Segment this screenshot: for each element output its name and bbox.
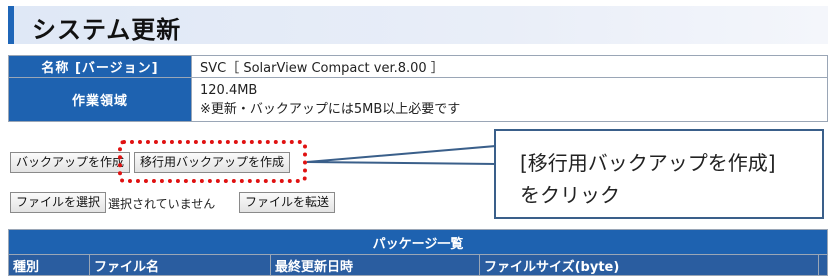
column-header-type: 種別 [8,254,90,276]
package-list-header-row: 種別 ファイル名 最終更新日時 ファイルサイズ(byte) [8,254,828,276]
column-header-file-size: ファイルサイズ(byte) [479,254,819,276]
choose-file-button[interactable]: ファイルを選択 [10,192,107,213]
column-header-last-modified: 最終更新日時 [270,254,480,276]
system-info-table: 名称 [バージョン] SVC［ SolarView Compact ver.8.… [8,55,828,122]
name-version-label: 名称 [バージョン] [8,55,192,78]
column-header-filename: ファイル名 [89,254,271,276]
workspace-value-cell: 120.4MB ※更新・バックアップには5MB以上必要です [191,77,828,122]
file-status-text: 選択されていません [108,197,216,211]
name-version-value: SVC［ SolarView Compact ver.8.00 ］ [191,55,828,78]
highlight-box [118,140,307,183]
workspace-size: 120.4MB [200,82,258,98]
workspace-note: ※更新・バックアップには5MB以上必要です [200,101,461,117]
transfer-file-button[interactable]: ファイルを転送 [239,192,336,213]
package-list-title: パッケージ一覧 [8,229,828,255]
column-header-extra [818,254,828,276]
workspace-label: 作業領域 [8,77,192,122]
info-row-name: 名称 [バージョン] SVC［ SolarView Compact ver.8.… [8,55,828,78]
page-title-bar: システム更新 [8,6,828,44]
package-list-title-row: パッケージ一覧 [8,229,828,255]
callout-line-1: [移行用バックアップを作成] [520,151,776,175]
page-title: システム更新 [32,16,182,44]
callout-pointer [306,144,497,166]
callout-line-2: をクリック [520,183,620,207]
create-backup-button[interactable]: バックアップを作成 [10,152,131,173]
info-row-workspace: 作業領域 120.4MB ※更新・バックアップには5MB以上必要です [8,77,828,122]
callout-box: [移行用バックアップを作成] をクリック [494,129,824,219]
package-list-table: パッケージ一覧 種別 ファイル名 最終更新日時 ファイルサイズ(byte) [8,229,828,276]
